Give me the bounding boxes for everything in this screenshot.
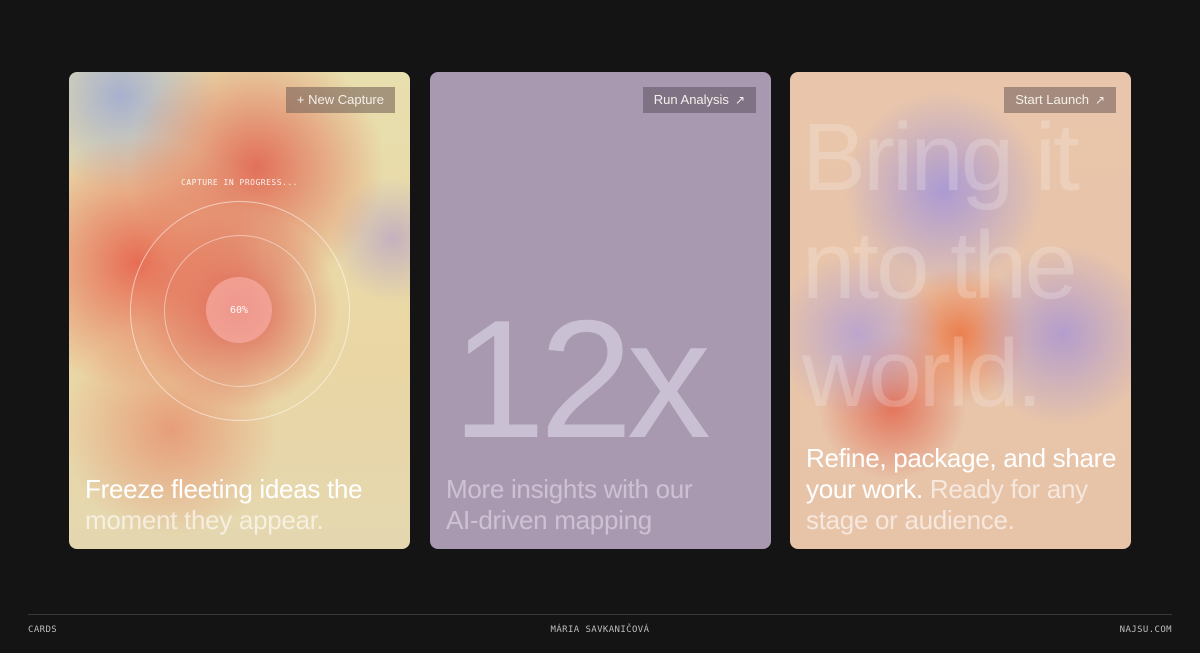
arrow-up-right-icon: ↗	[1094, 93, 1105, 107]
footer-author: MÁRIA SAVKANIČOVÁ	[550, 625, 650, 635]
background-headline-line: Bring it	[802, 104, 1080, 211]
analysis-card-line-2: AI-driven mapping	[446, 505, 652, 535]
launch-card: Bring it nto the world. Start Launch ↗ Re…	[790, 72, 1131, 549]
analysis-card-line-1: More insights with our	[446, 474, 693, 504]
run-analysis-button[interactable]: Run Analysis ↗	[642, 87, 756, 113]
capture-card-text: Freeze fleeting ideas the moment they ap…	[85, 474, 398, 536]
capture-status-label: CAPTURE IN PROGRESS...	[181, 178, 298, 187]
background-headline: Bring it nto the world.	[802, 104, 1131, 428]
analysis-card-text: More insights with our AI-driven mapping	[446, 474, 759, 536]
new-capture-button[interactable]: + New Capture	[285, 87, 395, 113]
capture-card-subline: moment they appear.	[85, 505, 324, 535]
progress-value: 60%	[229, 304, 249, 316]
capture-card-headline: Freeze fleeting ideas the	[85, 474, 363, 504]
start-launch-label: Start Launch	[1015, 92, 1089, 107]
start-launch-button[interactable]: Start Launch ↗	[1004, 87, 1116, 113]
capture-card: CAPTURE IN PROGRESS... 60% + New Capture…	[69, 72, 410, 549]
background-headline-line: world.	[802, 320, 1043, 427]
insight-multiplier: 12x	[452, 285, 711, 473]
footer-site-link[interactable]: NAJSU.COM	[1120, 625, 1172, 635]
footer-divider	[28, 614, 1172, 615]
launch-card-text: Refine, package, and share your work. Re…	[806, 443, 1119, 536]
run-analysis-label: Run Analysis	[653, 92, 729, 107]
analysis-card: 12x Run Analysis ↗ More insights with our…	[430, 72, 771, 549]
progress-indicator: 60%	[206, 277, 272, 343]
background-headline-line: nto the	[802, 212, 1078, 319]
arrow-up-right-icon: ↗	[734, 93, 745, 107]
